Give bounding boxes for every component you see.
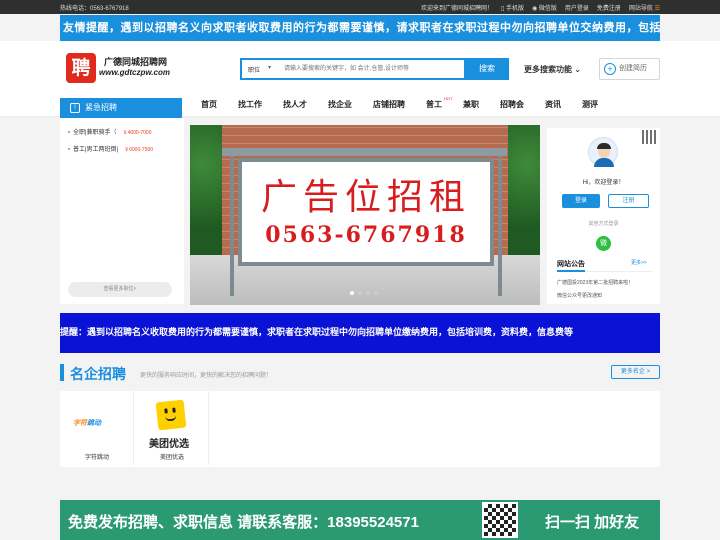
search-type-select[interactable]: 职位 [248,65,260,74]
qr-code-icon[interactable] [642,130,656,144]
hotline: 热线电话：0563-6767918 [60,6,129,12]
section-title: 名企招聘 [70,366,126,382]
nav-part-time[interactable]: 兼职 [463,99,479,110]
notice-more-link[interactable]: 更多>> [631,259,647,266]
hot-badge: HOT [444,96,453,101]
ad-title: 广告位招租 [260,177,471,218]
section-subtitle: 更快的服务响应时间，更快的解决您的招聘问题！ [140,373,273,379]
site-domain: www.gdtczpw.com [99,68,170,77]
shelter-pole [498,156,502,296]
site-name: 广德同城招聘网 [104,57,168,67]
company-card[interactable]: 美团优选 美团优选 [135,391,209,465]
contact-text: 免费发布招聘、求职信息 请联系客服：18395524571 [68,514,419,531]
kangaroo-logo-icon [155,399,187,431]
urgent-category-button[interactable]: ! 紧急招聘 [60,98,182,118]
nav-find-job[interactable]: 找工作 [238,99,262,110]
menu-icon: ☰ [654,6,660,12]
company-name[interactable]: 美团优选 [135,452,209,461]
scan-text: 扫一扫 加好友 [545,514,640,531]
search-input[interactable] [284,60,462,78]
register-link[interactable]: 免费注册 [597,3,621,12]
top-bar: 热线电话：0563-6767918 欢迎来到广德同城招聘网！ ▯ 手机版 ◉ 微… [0,0,720,14]
create-resume-button[interactable]: + 创建简历 [599,58,660,80]
company-logo-text: 美团优选 [149,439,189,450]
carousel-dot[interactable] [350,291,354,295]
more-search-link[interactable]: 更多搜索功能 ⌄ [524,64,581,75]
nav-job-fair[interactable]: 招聘会 [500,99,524,110]
shelter-pole [230,156,234,296]
login-button[interactable]: 登录 [562,194,600,208]
qr-code-icon [482,502,518,538]
nav-general-worker[interactable]: 普工 [426,99,442,110]
notice-item[interactable]: 广德国投2023年第二批招聘来啦！ [557,279,633,286]
company-card[interactable]: 字符跳动 字符跳动 [60,391,134,465]
wechat-login-icon[interactable]: 微 [596,236,611,251]
warning-banner: 提醒：遇到以招聘名义收取费用的行为都需要谨慎，求职者在求职过程中勿向招聘单位缴纳… [60,313,660,353]
ad-phone: 0563-6767918 [265,222,467,248]
banner-tree [508,125,540,255]
list-item[interactable]: 普工|男工两班倒| ￥6000-7500 [68,144,153,153]
notice-item[interactable]: 微信公众号更改通知 [557,292,602,299]
site-nav-link[interactable]: 网站导航 ☰ [629,3,660,12]
site-logo[interactable]: 聘 [66,53,96,83]
user-login-link[interactable]: 用户登录 [565,3,589,12]
shelter-roof [222,148,507,156]
chevron-down-icon: ⌄ [574,65,581,74]
top-links: 欢迎来到广德同城招聘网！ ▯ 手机版 ◉ 微信版 用户登录 免费注册 网站导航 … [421,3,660,12]
list-item[interactable]: 全职|兼职骑手（ ￥4000-7000 [68,127,151,136]
carousel-dot[interactable] [366,291,370,295]
other-login-label: 其他方式登录 [588,221,619,227]
chevron-down-icon[interactable]: ▾ [268,64,271,71]
carousel-dot[interactable] [374,291,378,295]
bullet-icon [68,148,70,151]
warning-ticker: 友情提醒，遇到以招聘名义向求职者收取费用的行为都需要谨慎，请求职者在求职过程中勿… [60,15,660,41]
nav-news[interactable]: 资讯 [545,99,561,110]
nav-find-talent[interactable]: 找人才 [283,99,307,110]
welcome-text: Hi，欢迎登录！ [582,180,625,186]
nav-shop-jobs[interactable]: 店铺招聘 [373,99,405,110]
wechat-link[interactable]: ◉ 微信版 [532,3,557,12]
notice-underline [557,270,585,272]
company-logo: 字符跳动 [73,420,101,427]
alarm-icon: ! [70,103,80,113]
notice-title: 网站公告 [557,261,585,268]
company-name[interactable]: 字符跳动 [60,452,134,461]
nav-assessment[interactable]: 测评 [582,99,598,110]
more-companies-button[interactable]: 更多名企 > [611,365,660,379]
nav-home[interactable]: 首页 [201,99,217,110]
bullet-icon [68,131,70,134]
register-button[interactable]: 注册 [608,194,649,208]
search-button[interactable]: 搜索 [465,58,509,80]
welcome-text: 欢迎来到广德同城招聘网！ [420,6,493,12]
carousel-dot[interactable] [358,291,362,295]
mobile-link[interactable]: ▯ 手机版 [501,3,524,12]
more-jobs-button[interactable]: 查看更多职位> [68,282,172,297]
banner-tree [190,125,222,255]
avatar [588,137,618,167]
nav-find-company[interactable]: 找企业 [328,99,352,110]
section-accent [60,364,64,381]
plus-icon: + [604,63,616,75]
